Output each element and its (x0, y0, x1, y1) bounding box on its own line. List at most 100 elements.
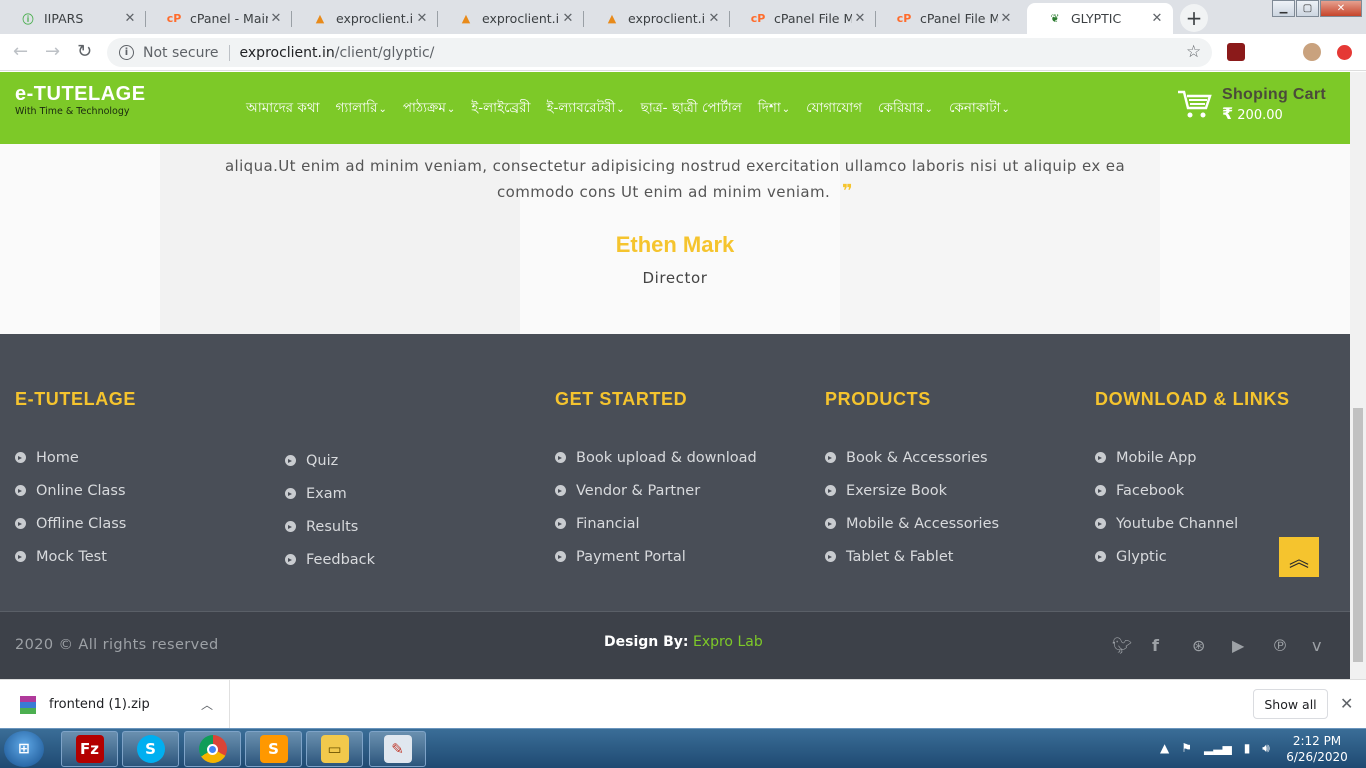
footer-link-label: Tablet & Fablet (846, 548, 954, 565)
nav-career[interactable]: কেরিয়ার (878, 97, 933, 120)
arrow-circle-icon (15, 551, 26, 562)
download-item[interactable]: frontend (1).zip ︿ (0, 680, 230, 729)
taskbar-sublime[interactable]: S (245, 731, 302, 767)
divider (228, 44, 230, 61)
start-button[interactable]: ⊞ (4, 731, 44, 767)
tab-phpmyadmin-2[interactable]: ▲ exproclient.in / ✕ (438, 3, 584, 34)
design-by-link[interactable]: Expro Lab (693, 634, 763, 650)
footer-link-results[interactable]: Results (285, 510, 375, 543)
footer-link-offline-class[interactable]: Offline Class (15, 507, 136, 540)
footer-link-payment-portal[interactable]: Payment Portal (555, 540, 757, 573)
footer-link-quiz[interactable]: Quiz (285, 444, 375, 477)
footer-link-feedback[interactable]: Feedback (285, 543, 375, 576)
taskbar-explorer[interactable]: ▭ (306, 731, 363, 767)
close-tab-icon[interactable]: ✕ (414, 11, 430, 26)
profile-avatar[interactable] (1303, 43, 1321, 61)
scrollbar-thumb[interactable] (1353, 408, 1363, 662)
footer-col-products: PRODUCTS Book & Accessories Exersize Boo… (825, 389, 999, 573)
network-signal-icon[interactable]: ▂▃▅ (1204, 741, 1232, 756)
system-clock[interactable]: 2:12 PM 6/26/2020 (1284, 733, 1350, 765)
action-center-icon[interactable]: ⚑ (1181, 741, 1192, 756)
footer-link-label: Results (306, 518, 359, 535)
twitter-icon[interactable]: 🐦︎ (1112, 636, 1152, 655)
download-filename: frontend (1).zip (49, 697, 150, 712)
taskbar-filezilla[interactable]: Fz (61, 731, 118, 767)
forward-icon[interactable]: → (45, 41, 60, 62)
page-scrollbar[interactable] (1350, 72, 1366, 679)
footer-link-youtube[interactable]: Youtube Channel (1095, 507, 1290, 540)
folder-icon: ▭ (320, 735, 349, 763)
minimize-button[interactable]: ▁ (1272, 0, 1295, 17)
nav-e-laboratory[interactable]: ই-ল্যাবরেটরী (546, 97, 624, 120)
nav-about[interactable]: আমাদের কথা (246, 97, 320, 120)
taskbar-skype[interactable]: S (122, 731, 179, 767)
footer-link-vendor[interactable]: Vendor & Partner (555, 474, 757, 507)
maximize-button[interactable]: ▢ (1296, 0, 1319, 17)
bookmark-star-icon[interactable]: ☆ (1186, 42, 1201, 62)
chevron-up-icon[interactable]: ︿ (201, 696, 213, 713)
footer-link-mobile-app[interactable]: Mobile App (1095, 441, 1290, 474)
close-tab-icon[interactable]: ✕ (1149, 11, 1165, 26)
tray-expand-icon[interactable]: ▲ (1160, 741, 1169, 756)
arrow-circle-icon (285, 488, 296, 499)
nav-student-portal[interactable]: ছাত্র- ছাত্রী পোর্টাল (641, 97, 742, 120)
footer-link-online-class[interactable]: Online Class (15, 474, 136, 507)
nav-shopping[interactable]: কেনাকাটা (949, 97, 1010, 120)
shopping-cart[interactable]: Shoping Cart ₹ 200.00 (1176, 86, 1326, 123)
show-all-button[interactable]: Show all (1253, 689, 1328, 719)
taskbar-chrome[interactable] (184, 731, 241, 767)
footer-heading: E-TUTELAGE (15, 389, 136, 409)
footer-link-mock-test[interactable]: Mock Test (15, 540, 136, 573)
close-tab-icon[interactable]: ✕ (998, 11, 1014, 26)
tab-cpanel-file-manager-2[interactable]: cP cPanel File Man ✕ (876, 3, 1022, 34)
scroll-to-top-button[interactable]: ︽ (1279, 537, 1319, 577)
facebook-icon[interactable]: f (1152, 636, 1192, 655)
close-shelf-icon[interactable]: ✕ (1340, 694, 1353, 713)
footer-link-tablet-fablet[interactable]: Tablet & Fablet (825, 540, 999, 573)
nav-syllabus[interactable]: পাঠ্যক্রম (403, 97, 455, 120)
volume-icon[interactable]: 🔊︎ (1262, 741, 1270, 756)
footer-link-book-accessories[interactable]: Book & Accessories (825, 441, 999, 474)
nav-contact[interactable]: যোগাযোগ (806, 97, 862, 120)
footer-link-glyptic[interactable]: Glyptic (1095, 540, 1290, 573)
pinterest-icon[interactable]: ℗ (1272, 636, 1312, 655)
address-bar[interactable]: i Not secure exproclient.in/client/glypt… (107, 38, 1212, 67)
footer-link-exam[interactable]: Exam (285, 477, 375, 510)
close-tab-icon[interactable]: ✕ (122, 11, 138, 26)
tab-cpanel-file-manager-1[interactable]: cP cPanel File Man ✕ (730, 3, 876, 34)
nav-e-library[interactable]: ই-লাইব্রেরী (471, 97, 530, 120)
tab-iipars[interactable]: ⓘ IIPARS ✕ (0, 3, 146, 34)
arrow-circle-icon (825, 551, 836, 562)
footer-link-financial[interactable]: Financial (555, 507, 757, 540)
tab-phpmyadmin-1[interactable]: ▲ exproclient.in / ✕ (292, 3, 438, 34)
update-icon[interactable] (1337, 45, 1352, 60)
footer-link-facebook[interactable]: Facebook (1095, 474, 1290, 507)
battery-icon[interactable]: ▮ (1244, 741, 1251, 756)
nav-disha[interactable]: দিশা (758, 97, 790, 120)
taskbar-paint[interactable]: ✎ (369, 731, 426, 767)
reload-icon[interactable]: ↻ (77, 41, 92, 62)
tab-cpanel-main[interactable]: cP cPanel - Main ✕ (146, 3, 292, 34)
tab-glyptic[interactable]: ❦ GLYPTIC ✕ (1027, 3, 1173, 34)
close-tab-icon[interactable]: ✕ (560, 11, 576, 26)
footer-link-home[interactable]: Home (15, 441, 136, 474)
back-icon[interactable]: ← (13, 41, 28, 62)
footer-link-mobile-accessories[interactable]: Mobile & Accessories (825, 507, 999, 540)
close-tab-icon[interactable]: ✕ (852, 11, 868, 26)
arrow-circle-icon (555, 485, 566, 496)
vimeo-icon[interactable]: v (1312, 636, 1350, 655)
close-tab-icon[interactable]: ✕ (706, 11, 722, 26)
tab-phpmyadmin-3[interactable]: ▲ exproclient.in / ✕ (584, 3, 730, 34)
close-tab-icon[interactable]: ✕ (268, 11, 284, 26)
nav-gallery[interactable]: গ্যালারি (336, 97, 387, 120)
dribbble-icon[interactable]: ⊛ (1192, 636, 1232, 655)
site-info-icon[interactable]: i (119, 45, 134, 60)
window-close-button[interactable]: ✕ (1320, 0, 1362, 17)
site-logo[interactable]: e-TUTELAGE With Time & Technology (15, 83, 146, 117)
pdf-extension-icon[interactable] (1227, 43, 1245, 61)
youtube-icon[interactable]: ▶ (1232, 636, 1272, 655)
footer-link-book-upload[interactable]: Book upload & download (555, 441, 757, 474)
new-tab-button[interactable]: + (1180, 4, 1208, 32)
footer-link-exersize-book[interactable]: Exersize Book (825, 474, 999, 507)
arrow-circle-icon (555, 518, 566, 529)
